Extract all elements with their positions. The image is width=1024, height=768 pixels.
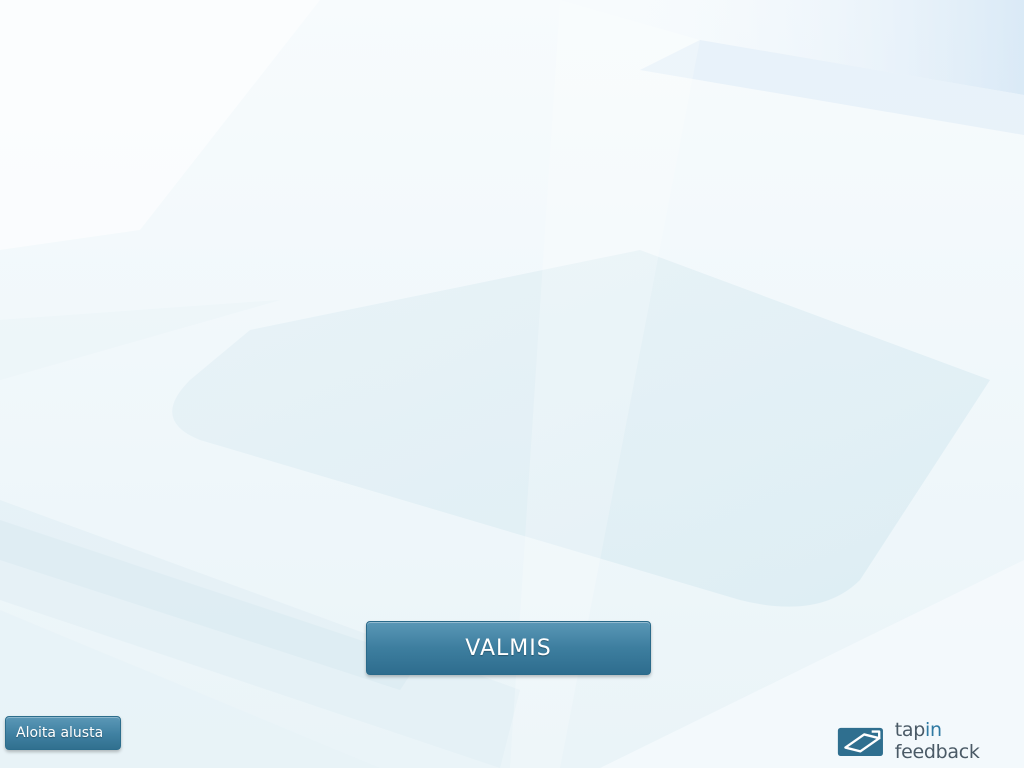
brand-wordmark-part3: feedback [894, 741, 980, 763]
done-button[interactable]: VALMIS [366, 621, 651, 675]
tapin-feedback-logo-icon [837, 727, 883, 757]
brand-wordmark-part1: tap [894, 719, 926, 741]
restart-button-label: Aloita alusta [16, 725, 104, 741]
done-button-label: VALMIS [465, 635, 552, 661]
brand-wordmark: tapin feedback [895, 719, 1024, 763]
brand-footer: tapin feedback [836, 719, 1024, 763]
survey-screen: VALMIS Aloita alusta tapin feedback [0, 0, 1024, 768]
brand-wordmark-part2: in [924, 719, 942, 741]
restart-button[interactable]: Aloita alusta [5, 716, 121, 750]
